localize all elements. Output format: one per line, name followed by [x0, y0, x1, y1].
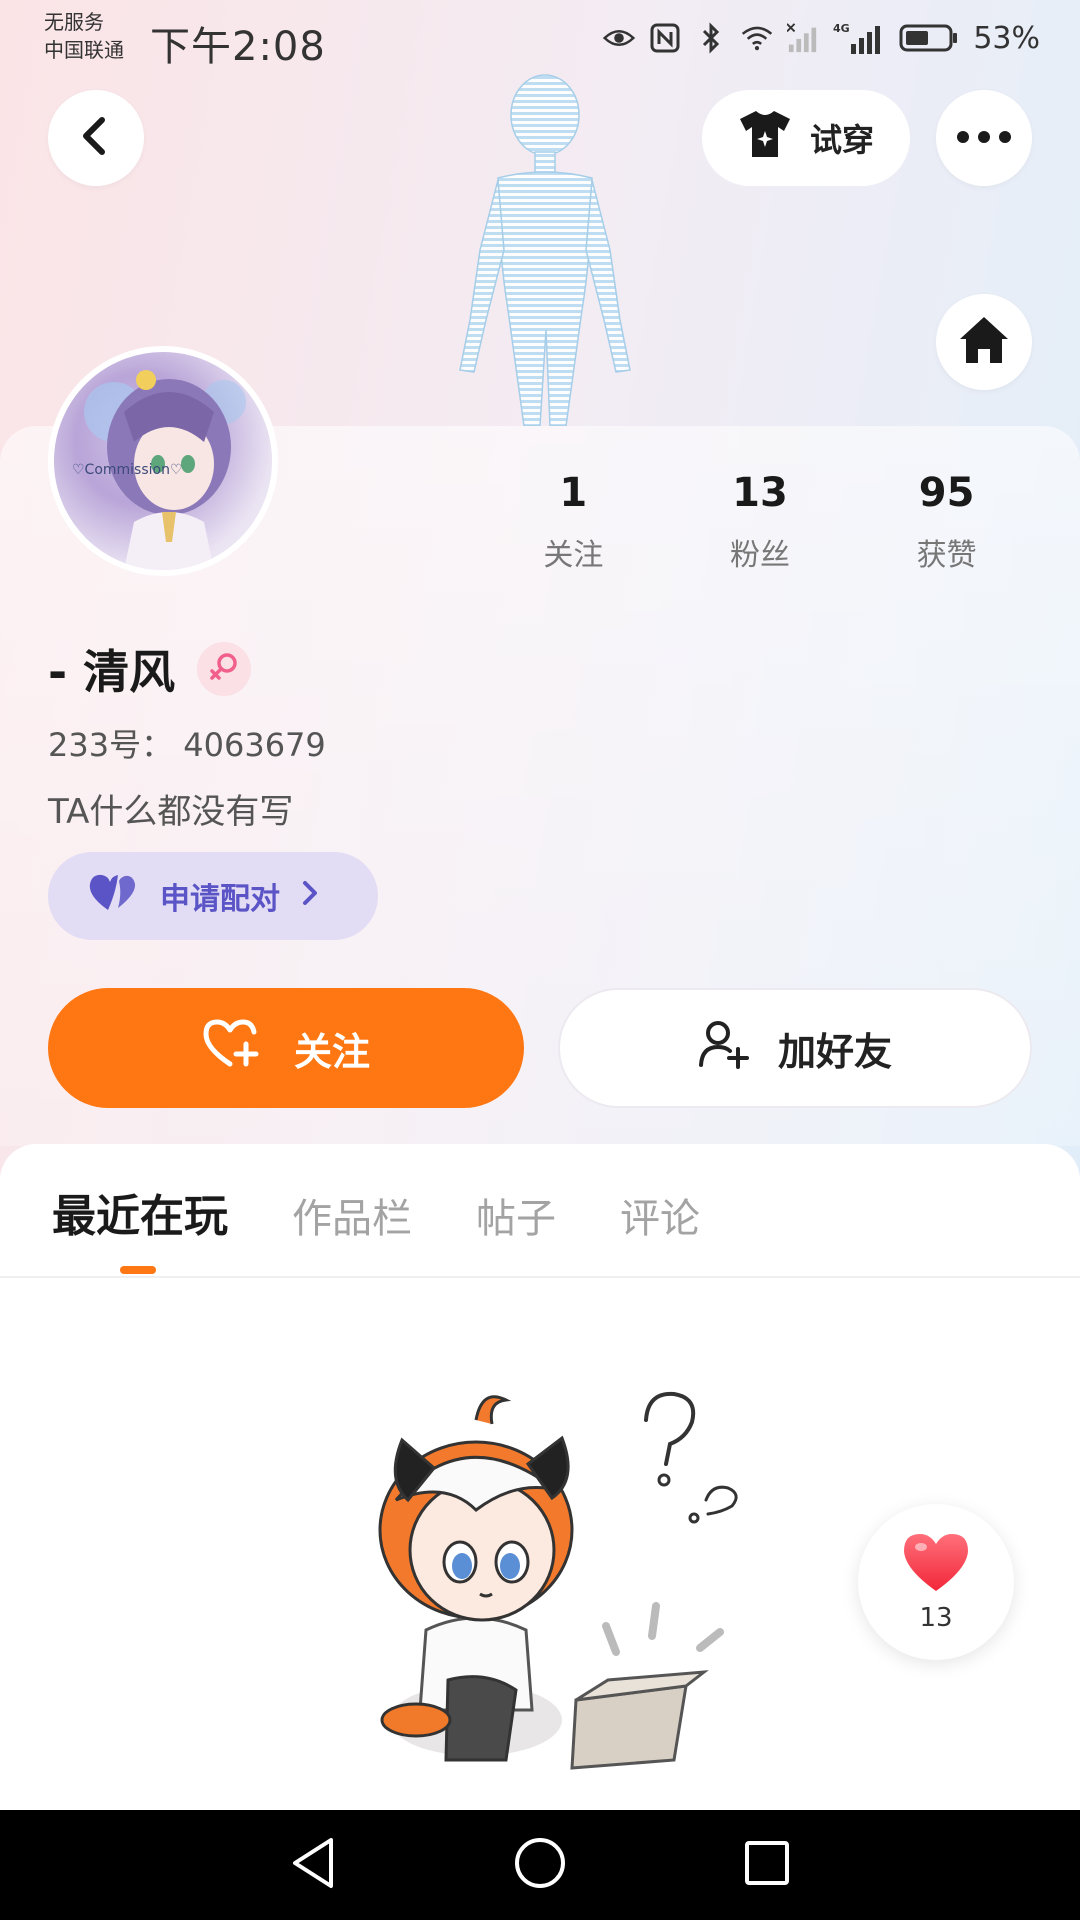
chevron-left-icon: [78, 116, 114, 160]
likes-count: 95: [918, 470, 975, 516]
try-on-label: 试穿: [809, 121, 874, 159]
user-bio: TA什么都没有写: [48, 792, 294, 832]
profile-stats: 1 关注 13 粉丝 95 获赞: [480, 470, 1040, 574]
following-label: 关注: [543, 538, 604, 573]
avatar[interactable]: ♡Commission♡: [48, 346, 278, 576]
signal-4g-icon: 4G: [833, 22, 885, 54]
heart-icon: [901, 1531, 971, 1597]
following-count: 1: [559, 470, 588, 516]
square-recents-icon: [743, 1839, 791, 1891]
svg-text:4G: 4G: [833, 22, 850, 35]
tab-works[interactable]: 作品栏: [292, 1186, 412, 1244]
name-row: - 清风: [48, 636, 252, 702]
more-dots-icon: [956, 129, 1012, 148]
nav-recents-button[interactable]: [732, 1830, 802, 1900]
more-button[interactable]: [936, 90, 1032, 186]
followers-label: 粉丝: [729, 538, 790, 573]
add-friend-label: 加好友: [777, 1029, 892, 1074]
profile-tabs: 最近在玩 作品栏 帖子 评论: [52, 1180, 700, 1244]
avatar-watermark: ♡Commission♡: [72, 462, 183, 478]
home-icon: [958, 315, 1010, 369]
apply-match-button[interactable]: 申请配对: [48, 852, 378, 940]
gender-badge: [197, 642, 252, 696]
status-icons: 4G 53%: [603, 16, 1040, 60]
hologram-avatar-figure[interactable]: [440, 70, 650, 427]
triangle-back-icon: [289, 1836, 337, 1894]
likes-label: 获赞: [916, 538, 977, 573]
like-count: 13: [919, 1603, 953, 1633]
bluetooth-icon: [695, 22, 727, 54]
follow-button[interactable]: 关注: [48, 988, 524, 1108]
battery-icon: [899, 22, 959, 54]
female-icon: [208, 651, 240, 687]
like-float-button[interactable]: 13: [858, 1504, 1014, 1660]
add-friend-button[interactable]: 加好友: [558, 988, 1032, 1108]
user-id: 233号： 4063679: [48, 726, 326, 764]
circle-home-icon: [513, 1836, 567, 1894]
username: - 清风: [48, 645, 176, 699]
heart-plus-icon: [202, 1018, 260, 1079]
apply-match-label: 申请配对: [160, 882, 280, 917]
empty-state-illustration: [356, 1380, 756, 1780]
battery-percent: 53%: [973, 20, 1040, 56]
status-time: 下午2:08: [150, 24, 326, 70]
heart-pair-icon: [88, 872, 138, 920]
active-tab-indicator: [120, 1266, 156, 1274]
stat-likes[interactable]: 95 获赞: [857, 470, 1037, 574]
followers-count: 13: [732, 470, 788, 516]
stat-followers[interactable]: 13 粉丝: [670, 470, 850, 574]
signal-empty-icon: [787, 22, 819, 54]
chevron-right-icon: [302, 879, 318, 914]
try-on-button[interactable]: 试穿: [702, 90, 910, 186]
shirt-icon: [738, 109, 792, 167]
tab-posts[interactable]: 帖子: [476, 1186, 556, 1244]
carrier-info: 无服务 中国联通: [44, 8, 124, 64]
stat-following[interactable]: 1 关注: [483, 470, 663, 574]
user-plus-icon: [698, 1019, 750, 1078]
tab-recently-played[interactable]: 最近在玩: [52, 1180, 228, 1244]
carrier-line-2: 中国联通: [44, 38, 124, 62]
home-button[interactable]: [936, 294, 1032, 390]
tab-comments[interactable]: 评论: [620, 1186, 700, 1244]
wifi-icon: [741, 22, 773, 54]
eye-icon: [603, 22, 636, 54]
nav-home-button[interactable]: [505, 1830, 575, 1900]
follow-label: 关注: [293, 1029, 370, 1074]
carrier-line-1: 无服务: [44, 10, 104, 34]
nfc-icon: [649, 22, 681, 54]
system-nav-bar: [0, 1810, 1080, 1920]
nav-back-button[interactable]: [278, 1830, 348, 1900]
back-button[interactable]: [48, 90, 144, 186]
tab-divider: [0, 1276, 1080, 1278]
